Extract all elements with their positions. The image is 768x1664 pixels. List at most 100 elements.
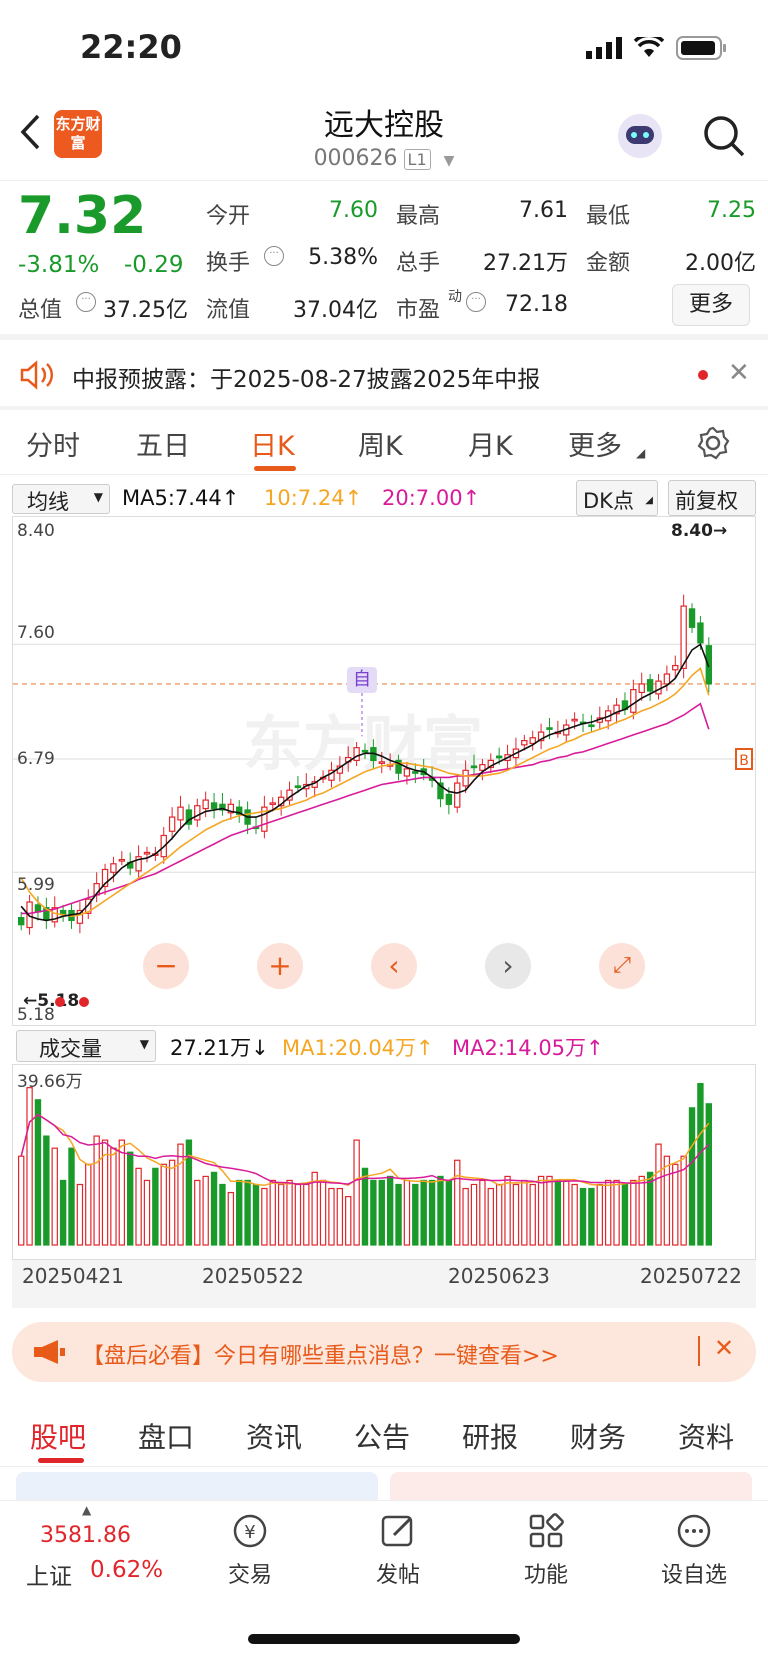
tab-intraday[interactable]: 分时 xyxy=(26,424,80,463)
self-select-tag[interactable]: 自 xyxy=(347,667,377,693)
volume-bar xyxy=(210,1171,218,1246)
tab-five-day[interactable]: 五日 xyxy=(136,424,190,463)
candle-body xyxy=(445,793,453,805)
status-time: 22:20 xyxy=(80,28,182,66)
zoom-out-button[interactable]: − xyxy=(143,943,189,989)
candle-body xyxy=(470,765,478,769)
turnover-label: 换手 xyxy=(206,251,251,276)
amount-value: 2.00亿 xyxy=(685,251,756,276)
ma10-line xyxy=(20,667,710,918)
nav-functions-label: 功能 xyxy=(523,1563,568,1588)
close-icon[interactable]: ✕ xyxy=(714,1334,734,1362)
pe-value: 72.18 xyxy=(505,292,568,317)
volume-bar xyxy=(655,1143,662,1246)
kline-chart[interactable]: 东方财富 8.40 7.60 6.79 5.99 5.18 8.40→ ←5.1… xyxy=(12,516,756,1026)
volume-selector-label: 成交量 xyxy=(39,1037,102,1061)
candle-body xyxy=(403,768,411,777)
y-axis-label-3: 6.79 xyxy=(17,749,55,769)
tab-news[interactable]: 资讯 xyxy=(246,1416,302,1456)
ma5-label: MA5:7.44↑ xyxy=(122,486,240,510)
info-icon[interactable]: ··· xyxy=(76,292,96,312)
candle-body xyxy=(529,737,536,745)
bottom-tabs: 股吧 盘口 资讯 公告 研报 财务 资料 xyxy=(0,1402,768,1467)
after-market-banner[interactable]: 【盘后必看】今日有哪些重点消息？一键查看>> ✕ xyxy=(12,1322,756,1382)
active-tab-indicator xyxy=(254,466,296,471)
vol-ma2-label: MA2:14.05万↑ xyxy=(452,1036,604,1060)
close-icon[interactable]: ✕ xyxy=(728,358,750,388)
more-circle-icon xyxy=(677,1514,711,1548)
candle-body xyxy=(697,622,704,644)
volume-bar xyxy=(470,1183,478,1246)
nav-post-label: 发帖 xyxy=(375,1563,420,1588)
candle-body xyxy=(646,679,654,692)
card-peek-right[interactable] xyxy=(390,1472,752,1500)
tab-announcements[interactable]: 公告 xyxy=(354,1416,410,1456)
event-dot[interactable] xyxy=(79,997,89,1007)
tab-finance[interactable]: 财务 xyxy=(570,1416,626,1456)
tab-daily-k[interactable]: 日K xyxy=(250,424,295,463)
tab-research[interactable]: 研报 xyxy=(462,1416,518,1456)
svg-text:¥: ¥ xyxy=(244,1522,255,1543)
nav-watchlist[interactable]: 设自选 xyxy=(644,1511,744,1589)
volume-chart[interactable]: 39.66万 xyxy=(12,1064,756,1260)
vol-ma2-text: MA2:14.05万 xyxy=(452,1036,587,1060)
speaker-icon xyxy=(20,360,54,390)
nav-functions[interactable]: 功能 xyxy=(496,1511,596,1589)
volume-bar xyxy=(479,1179,486,1246)
volume-label: 总手 xyxy=(396,251,441,276)
event-dot[interactable] xyxy=(55,997,65,1007)
volume-bar xyxy=(462,1187,469,1246)
volume-bar xyxy=(34,1099,42,1246)
volume-bar xyxy=(110,1147,117,1246)
turnover-value: 5.38% xyxy=(308,245,378,270)
candle-body xyxy=(168,816,176,832)
volume-bar xyxy=(428,1179,436,1246)
volume-value-label: 27.21万↓ xyxy=(170,1036,269,1060)
pe-label: 市盈 xyxy=(396,298,441,323)
tab-more[interactable]: 更多 xyxy=(568,424,622,463)
max-price-label: 8.40 xyxy=(671,521,713,541)
index-value[interactable]: 3581.86 xyxy=(40,1523,131,1548)
open-value: 7.60 xyxy=(329,198,378,223)
settings-icon[interactable] xyxy=(696,426,730,460)
volume-max-label: 39.66万 xyxy=(17,1072,83,1092)
fullscreen-button[interactable]: ⤢ xyxy=(599,943,645,989)
dk-label: DK点 xyxy=(583,489,634,513)
notice-bar[interactable]: 中报预披露：于2025-08-27披露2025年中报 ✕ xyxy=(0,340,768,406)
candle-body xyxy=(521,739,528,746)
zoom-in-button[interactable]: + xyxy=(257,943,303,989)
high-value: 7.61 xyxy=(519,198,568,223)
search-button[interactable] xyxy=(702,114,746,162)
tab-weekly-k[interactable]: 周K xyxy=(358,424,403,463)
dropdown-icon: ▼ xyxy=(139,1037,149,1051)
tab-monthly-k[interactable]: 月K xyxy=(468,424,513,463)
adjust-button[interactable]: 前复权 xyxy=(668,480,756,516)
volume-bar xyxy=(579,1187,587,1246)
min-price-marker: ←5.18 xyxy=(23,991,79,1011)
candle-body xyxy=(680,605,687,669)
scroll-right-button[interactable]: › xyxy=(485,943,531,989)
status-icons xyxy=(586,36,728,60)
scroll-left-button[interactable]: ‹ xyxy=(371,943,417,989)
info-icon[interactable]: ··· xyxy=(264,246,284,266)
more-quote-button[interactable]: 更多 xyxy=(672,284,750,326)
volume-bar xyxy=(227,1191,235,1246)
market-cap-value: 37.25亿 xyxy=(103,298,188,323)
info-icon[interactable]: ··· xyxy=(466,292,486,312)
battery-icon xyxy=(676,36,726,60)
volume-bar xyxy=(76,1183,84,1246)
robot-assistant-icon[interactable] xyxy=(618,114,662,158)
tab-pankou[interactable]: 盘口 xyxy=(138,1416,194,1456)
nav-trade[interactable]: ¥ 交易 xyxy=(200,1511,300,1589)
buy-signal-tag[interactable]: B xyxy=(735,748,753,770)
tab-guba[interactable]: 股吧 xyxy=(30,1416,86,1456)
candle-body xyxy=(269,802,276,806)
volume-selector[interactable]: 成交量 ▼ xyxy=(16,1030,156,1062)
tab-profile[interactable]: 资料 xyxy=(678,1416,734,1456)
candle-body xyxy=(378,761,385,764)
dk-button[interactable]: DK点 ◢ xyxy=(576,480,658,516)
card-peek-left[interactable] xyxy=(16,1472,378,1500)
y-axis-top-label: 8.40 xyxy=(17,521,55,541)
nav-post[interactable]: 发帖 xyxy=(348,1511,448,1589)
ma-selector[interactable]: 均线 ▼ xyxy=(12,484,110,514)
